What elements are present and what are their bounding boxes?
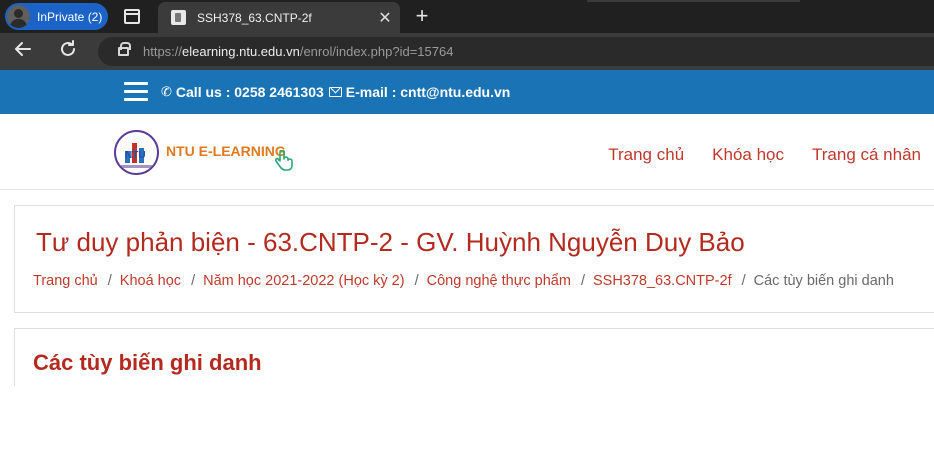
call-us-text: Call us : 0258 2461303	[175, 84, 324, 100]
tab-title: SSH378_63.CNTP-2f	[197, 10, 312, 25]
breadcrumb-item-home[interactable]: Trang chủ	[33, 273, 98, 289]
ntu-emblem-icon: NTU	[114, 130, 159, 175]
breadcrumb: Trang chủ / Khoá học / Năm học 2021-2022…	[33, 273, 894, 289]
site-logo[interactable]: NTU NTU E-LEARNING	[114, 130, 304, 176]
contact-bar: ✆ Call us : 0258 2461303 E-mail : cntt@n…	[0, 70, 934, 114]
nav-item-home[interactable]: Trang chủ	[608, 145, 684, 165]
url-scheme: https://	[143, 44, 183, 59]
address-bar[interactable]: https://elearning.ntu.edu.vn/enrol/index…	[98, 37, 934, 66]
nav-item-profile[interactable]: Trang cá nhân	[812, 145, 921, 165]
hamburger-menu-icon[interactable]	[124, 82, 148, 102]
tab-actions-icon[interactable]	[124, 9, 140, 24]
breadcrumb-separator: /	[107, 273, 112, 289]
breadcrumb-separator: /	[741, 273, 746, 289]
back-arrow-icon[interactable]	[10, 39, 36, 65]
breadcrumb-separator: /	[580, 273, 585, 289]
nav-item-courses[interactable]: Khóa học	[712, 145, 784, 165]
pointer-hand-icon	[274, 150, 293, 171]
emblem-text: NTU	[125, 150, 146, 161]
reload-icon[interactable]	[55, 39, 81, 65]
browser-toolbar: https://elearning.ntu.edu.vn/enrol/index…	[0, 33, 934, 70]
breadcrumb-item-courses[interactable]: Khoá học	[120, 273, 181, 289]
url-text[interactable]: https://elearning.ntu.edu.vn/enrol/index…	[143, 44, 453, 59]
mail-icon	[328, 87, 342, 97]
site-header: NTU NTU E-LEARNING Trang chủ Khóa học Tr…	[0, 114, 934, 190]
contact-info: ✆ Call us : 0258 2461303 E-mail : cntt@n…	[161, 84, 510, 100]
breadcrumb-item-current: Các tùy biến ghi danh	[753, 273, 894, 289]
inprivate-label: InPrivate (2)	[37, 9, 103, 24]
page-header-card: Tư duy phản biện - 63.CNTP-2 - GV. Huỳnh…	[14, 205, 934, 313]
url-path: /enrol/index.php?id=15764	[299, 44, 454, 59]
phone-icon: ✆	[161, 84, 172, 99]
inprivate-button[interactable]: InPrivate (2)	[5, 3, 108, 30]
tab-close-icon[interactable]: ✕	[370, 8, 400, 28]
page-title: Tư duy phản biện - 63.CNTP-2 - GV. Huỳnh…	[36, 227, 745, 257]
lock-icon[interactable]	[118, 42, 131, 56]
breadcrumb-separator: /	[191, 273, 196, 289]
logo-text: NTU E-LEARNING	[166, 143, 286, 159]
breadcrumb-item-year[interactable]: Năm học 2021-2022 (Học kỳ 2)	[203, 273, 405, 289]
section-title: Các tùy biến ghi danh	[33, 350, 262, 375]
page-blank-area	[0, 386, 934, 460]
url-host: elearning.ntu.edu.vn	[182, 44, 300, 59]
profile-avatar-icon	[7, 5, 30, 28]
tab-strip-highlight	[587, 0, 800, 2]
email-text: E-mail : cntt@ntu.edu.vn	[345, 84, 511, 100]
breadcrumb-item-category[interactable]: Công nghệ thực phẩm	[427, 273, 571, 289]
main-nav: Trang chủ Khóa học Trang cá nhân	[580, 145, 921, 165]
breadcrumb-item-course[interactable]: SSH378_63.CNTP-2f	[593, 273, 732, 289]
site-favicon-icon	[171, 10, 186, 25]
breadcrumb-separator: /	[414, 273, 419, 289]
new-tab-icon[interactable]: +	[410, 3, 434, 29]
browser-tab-strip: InPrivate (2) SSH378_63.CNTP-2f ✕ +	[0, 0, 934, 33]
browser-tab-active[interactable]: SSH378_63.CNTP-2f ✕	[158, 2, 400, 33]
